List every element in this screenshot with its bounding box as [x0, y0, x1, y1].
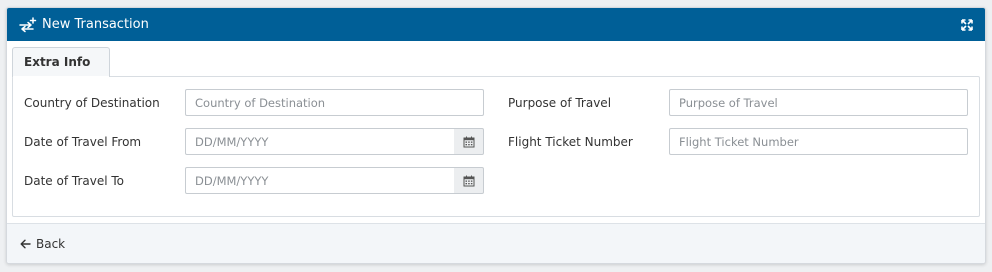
date-of-travel-from-input[interactable] [185, 128, 455, 155]
purpose-of-travel-input[interactable] [669, 89, 968, 116]
tab-bar: Extra Info [7, 41, 985, 78]
extra-info-panel: Country of Destination Purpose of Travel… [12, 76, 980, 217]
transfer-plus-icon [19, 16, 37, 34]
flight-ticket-number-label: Flight Ticket Number [508, 135, 633, 149]
new-transaction-dialog: New Transaction Extra Info Country of De… [6, 7, 986, 264]
arrow-left-icon [20, 239, 31, 249]
dialog-title: New Transaction [42, 17, 149, 32]
tab-extra-info[interactable]: Extra Info [12, 47, 110, 78]
country-of-destination-input[interactable] [185, 89, 484, 116]
country-of-destination-label: Country of Destination [24, 96, 160, 110]
calendar-icon[interactable] [454, 167, 484, 194]
date-of-travel-from-label: Date of Travel From [24, 135, 142, 149]
back-label: Back [36, 236, 66, 251]
expand-icon[interactable] [959, 17, 975, 33]
date-of-travel-to-label: Date of Travel To [24, 174, 124, 188]
purpose-of-travel-label: Purpose of Travel [508, 96, 612, 110]
dialog-footer: Back [7, 223, 985, 263]
back-button[interactable]: Back [20, 237, 65, 251]
calendar-icon[interactable] [454, 128, 484, 155]
flight-ticket-number-input[interactable] [669, 128, 968, 155]
dialog-header: New Transaction [7, 8, 985, 41]
date-of-travel-to-input[interactable] [185, 167, 455, 194]
